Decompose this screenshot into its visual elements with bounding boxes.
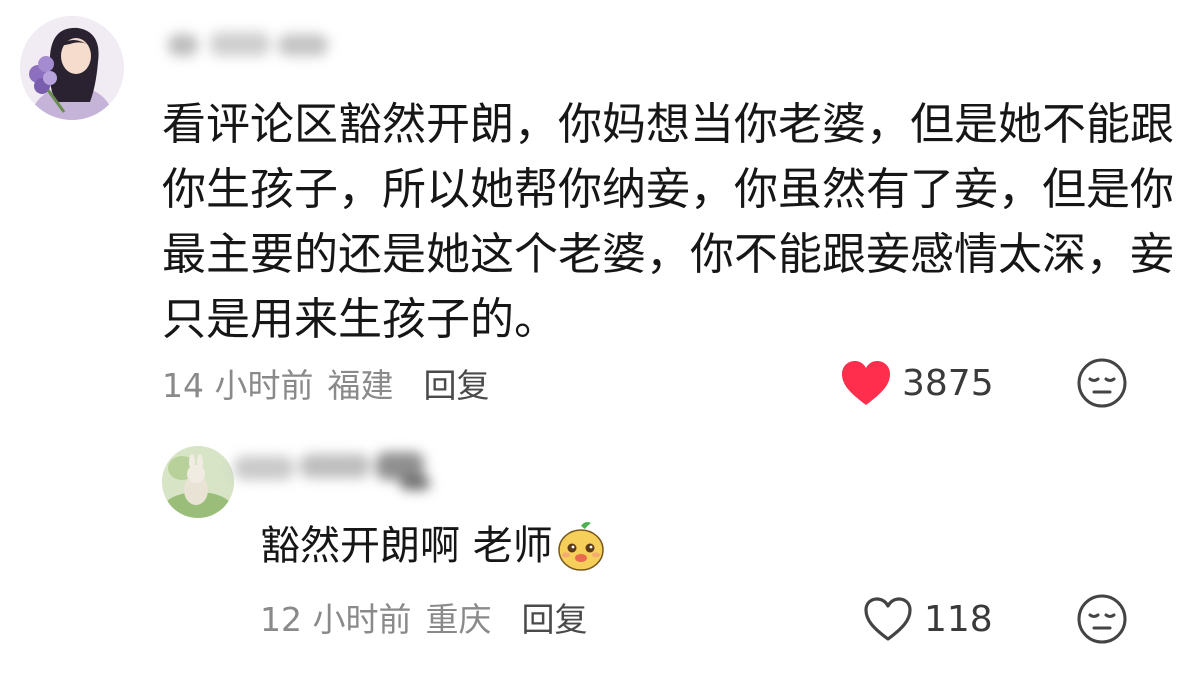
comment-body: 看评论区豁然开朗，你妈想当你老婆，但是她不能跟 你生孩子，所以她帮你纳妾，你虽然…	[162, 92, 1174, 352]
reply-reply-button[interactable]: 回复	[521, 593, 587, 641]
comment-line: 只是用来生孩子的。	[162, 294, 558, 345]
replier-avatar-photo	[162, 446, 234, 518]
comment-meta: 14 小时前 福建 回复	[162, 358, 489, 408]
comment-reply-button[interactable]: 回复	[423, 359, 489, 407]
comment-line: 你生孩子，所以她帮你纳妾，你虽然有了妾，但是你	[162, 164, 1174, 215]
comment-time: 14 小时前	[162, 366, 314, 405]
commenter-username-blurred	[160, 28, 340, 62]
comment-location: 福建	[327, 366, 394, 405]
comment-line: 看评论区豁然开朗，你妈想当你老婆，但是她不能跟	[162, 99, 1174, 150]
commenter-avatar-illustration	[20, 16, 124, 120]
comment-like-button[interactable]: 3875	[840, 356, 994, 410]
reply-like-button[interactable]: 118	[862, 592, 993, 646]
reply-text: 豁然开朗啊 老师	[260, 523, 553, 569]
comment-like-count: 3875	[902, 362, 994, 404]
cartoon-face-sticker-icon	[555, 520, 607, 572]
reply-body: 豁然开朗啊 老师	[260, 518, 607, 574]
reply-time: 12 小时前	[260, 600, 412, 639]
heart-outline-icon	[864, 597, 912, 641]
comment-dislike-button[interactable]	[1076, 357, 1128, 409]
reply-dislike-button[interactable]	[1076, 593, 1128, 645]
expressionless-face-icon	[1077, 358, 1127, 408]
reply-like-count: 118	[924, 598, 993, 640]
reply-location: 重庆	[425, 600, 492, 639]
heart-filled-icon	[842, 361, 890, 405]
comment-line: 最主要的还是她这个老婆，你不能跟妾感情太深，妾	[162, 229, 1174, 280]
expressionless-face-icon	[1077, 594, 1127, 644]
commenter-avatar[interactable]	[20, 16, 124, 120]
reply-meta: 12 小时前 重庆 回复	[260, 592, 587, 642]
replier-username-blurred	[220, 446, 450, 496]
replier-avatar[interactable]	[162, 446, 234, 518]
comment-thread: 看评论区豁然开朗，你妈想当你老婆，但是她不能跟 你生孩子，所以她帮你纳妾，你虽然…	[0, 0, 1179, 680]
